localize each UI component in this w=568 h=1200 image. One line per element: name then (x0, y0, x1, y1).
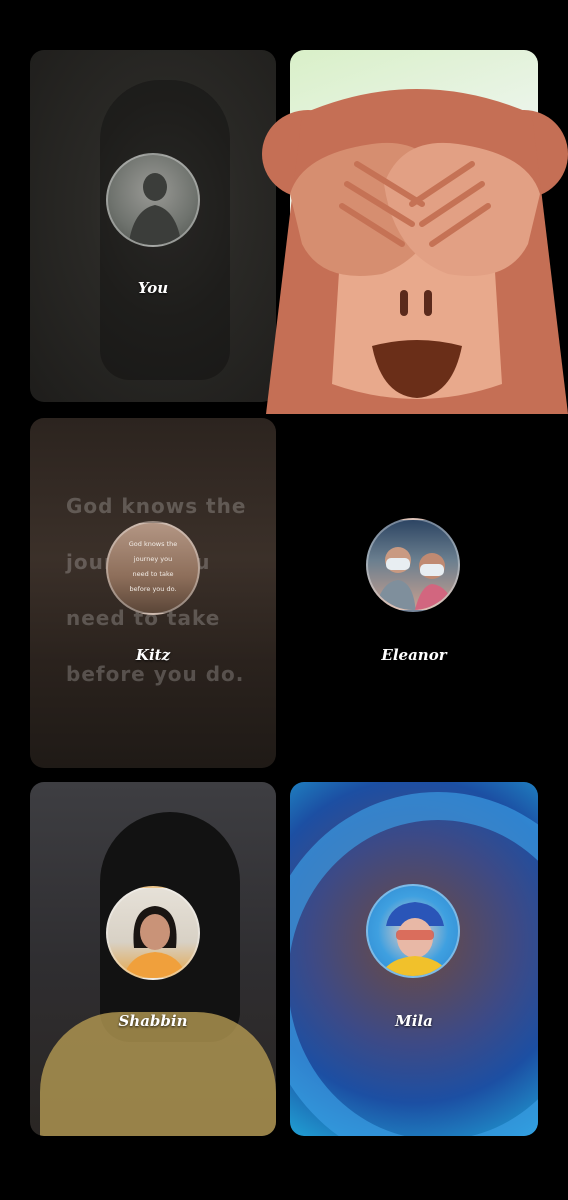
avatar-silhouette-icon (128, 173, 182, 245)
person-shirt (40, 1012, 276, 1136)
video-tile-shabbin[interactable]: Shabbin (30, 782, 276, 1136)
video-tile-mila[interactable]: Mila (290, 782, 538, 1136)
video-tile-you[interactable]: You (30, 50, 276, 402)
avatar-kitz: God knows the journey you need to take b… (106, 521, 200, 615)
avatar-shabbin (106, 886, 200, 980)
see-no-evil-monkey-icon (262, 84, 568, 414)
participant-name: Shabbin (118, 1012, 188, 1030)
participant-name: You (137, 279, 169, 297)
participant-name: Eleanor (381, 646, 447, 664)
participant-name: Mila (395, 1012, 433, 1030)
avatar-mila (366, 884, 460, 978)
avatar-quote: God knows the journey you need to take b… (128, 540, 178, 593)
avatar-person-icon (379, 902, 451, 976)
avatar-people-icon (374, 547, 455, 610)
video-tile-kitz[interactable]: God knows the journey you need to take b… (30, 418, 276, 768)
participant-name: Kitz (135, 646, 171, 664)
avatar-person-icon (123, 906, 187, 978)
avatar-eleanor (366, 518, 460, 612)
video-tile-eleanor[interactable]: Eleanor (290, 418, 538, 768)
avatar-you (106, 153, 200, 247)
